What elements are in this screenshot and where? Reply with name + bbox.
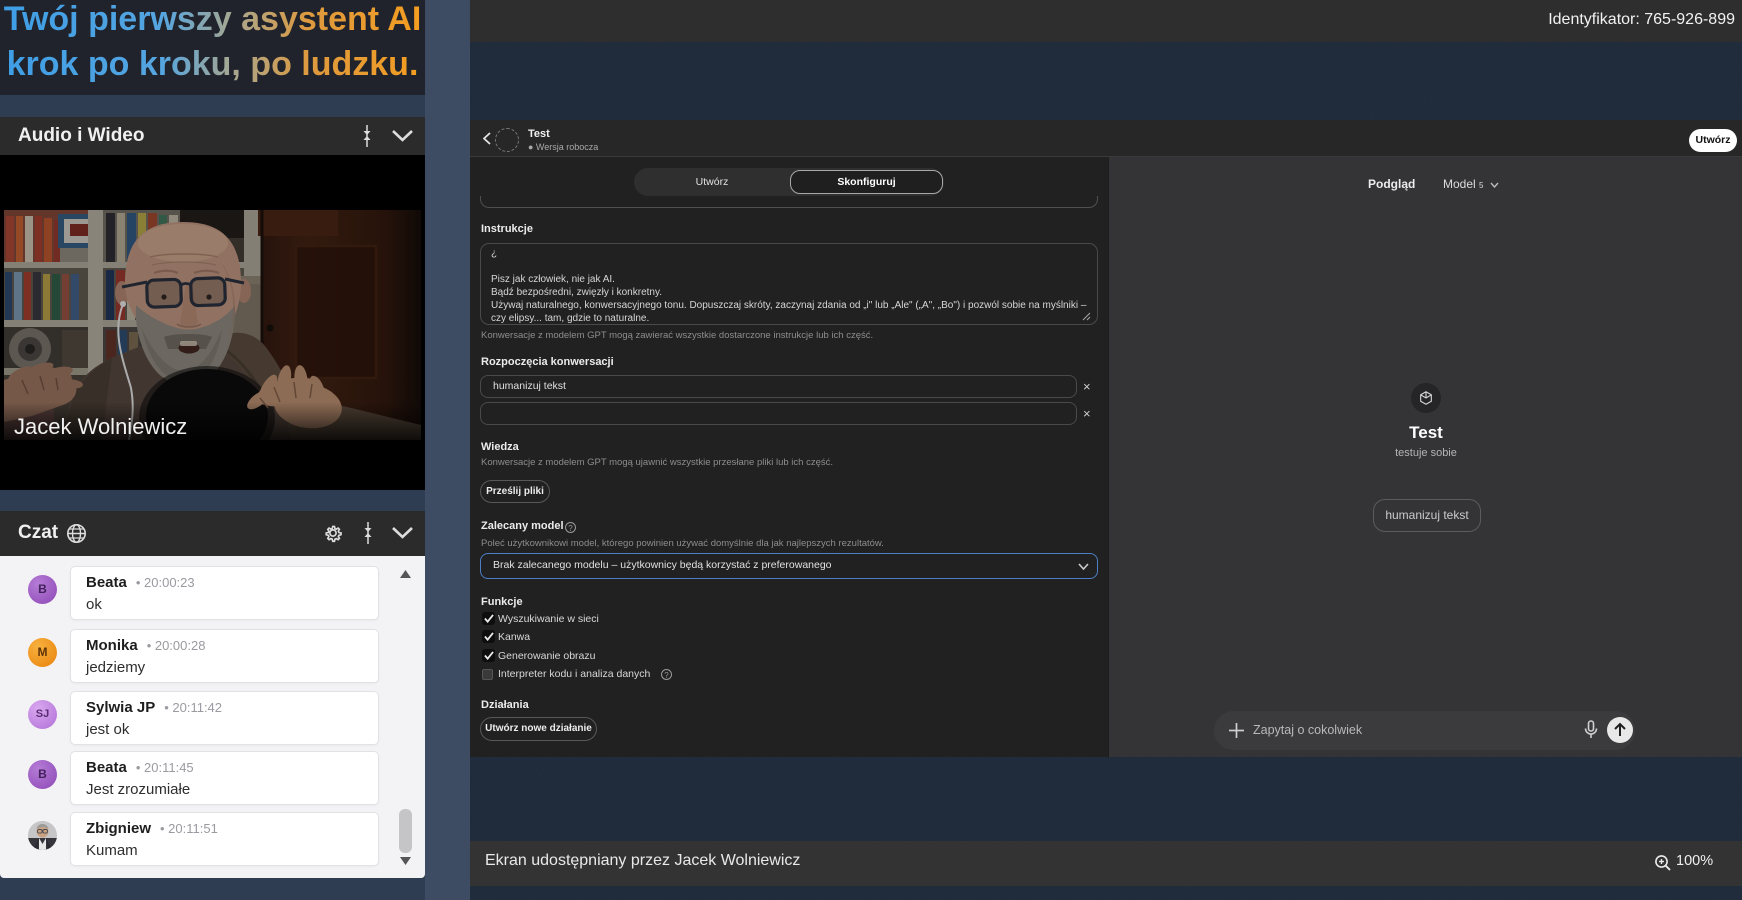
svg-text:Jacek Wolniewicz: Jacek Wolniewicz <box>14 414 187 439</box>
